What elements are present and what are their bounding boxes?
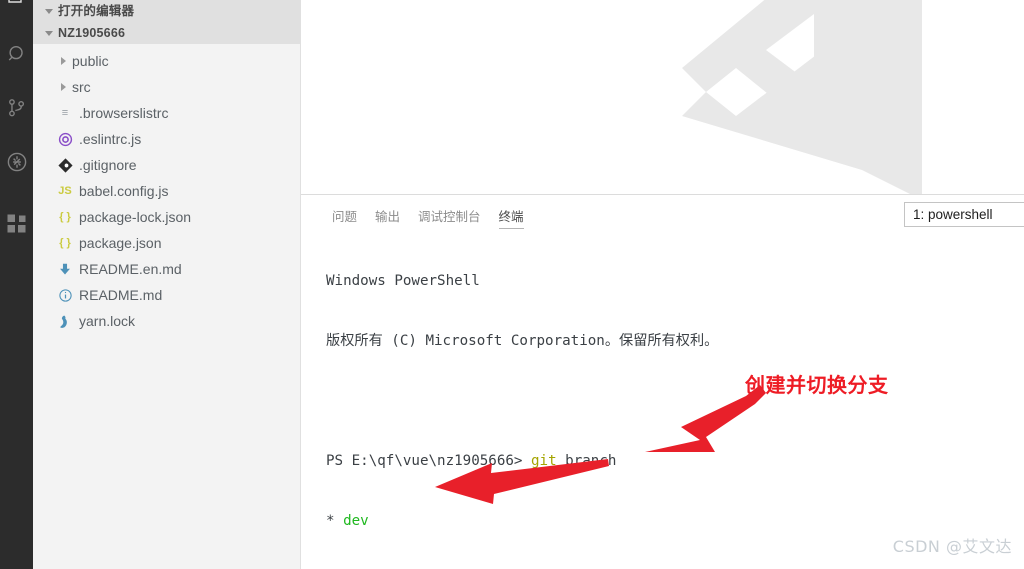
file-tree: public src ≡ .browserslistrc .eslintrc.j… [33,44,300,334]
tree-item-package-lock-json[interactable]: { } package-lock.json [33,204,300,230]
activity-item-source-control[interactable] [0,84,33,132]
tree-item-label: .gitignore [79,157,137,173]
tab-debug-console[interactable]: 调试控制台 [409,210,490,229]
annotation-note-label: 创建并切换分支 [745,373,889,397]
section-open-editors-label: 打开的编辑器 [58,4,135,18]
panel-tab-bar: 问题 输出 调试控制台 终端 1: powershell [301,195,1024,229]
tree-item-label: .browserslistrc [79,105,169,121]
files-icon [5,0,29,8]
eslint-icon [55,131,75,147]
javascript-icon: JS [58,185,72,197]
tree-item-label: babel.config.js [79,183,169,199]
git-icon [55,157,75,173]
terminal-instance-select[interactable]: 1: powershell [904,202,1024,227]
editor-area: 问题 输出 调试控制台 终端 1: powershell Windows Pow… [301,0,1024,569]
tree-item-readme[interactable]: README.md [33,282,300,308]
chevron-right-icon[interactable] [55,79,71,95]
section-project-root-label: NZ1905666 [58,26,126,40]
extensions-icon [5,212,29,236]
annotation-note: 创建并切换分支 [745,369,889,398]
json-icon: { } [59,211,71,223]
tree-item-yarn-lock[interactable]: yarn.lock [33,308,300,334]
terminal-output[interactable]: Windows PowerShell 版权所有 (C) Microsoft Co… [326,231,1024,569]
info-circle-icon [55,287,75,303]
chevron-right-icon[interactable] [55,53,71,69]
tree-item-browserslistrc[interactable]: ≡ .browserslistrc [33,100,300,126]
activity-item-search[interactable] [0,30,33,78]
chevron-down-icon [41,4,56,19]
section-open-editors[interactable]: 打开的编辑器 [33,0,300,22]
terminal-line: Windows PowerShell [326,273,480,289]
explorer-sidebar: 打开的编辑器 NZ1905666 public src ≡ .browsersl… [33,0,301,569]
terminal-line: PS E:\qf\vue\nz1905666> git branch [326,453,617,469]
tree-item-babel-config[interactable]: JS babel.config.js [33,178,300,204]
tree-item-label: public [72,53,109,69]
tree-item-src[interactable]: src [33,74,300,100]
tab-terminal[interactable]: 终端 [490,210,533,229]
config-lines-icon: ≡ [61,106,69,119]
terminal-line: 版权所有 (C) Microsoft Corporation。保留所有权利。 [326,333,719,349]
activity-bar [0,0,33,569]
tree-item-gitignore[interactable]: .gitignore [33,152,300,178]
activity-item-run-and-debug[interactable] [0,138,33,186]
tree-item-public[interactable]: public [33,48,300,74]
activity-item-explorer[interactable] [0,0,33,20]
tree-item-label: src [72,79,91,95]
search-icon [6,43,28,65]
tree-item-label: README.md [79,287,163,303]
tree-item-label: yarn.lock [79,313,136,329]
chevron-down-icon [41,26,56,41]
terminal-instance-label: 1: powershell [913,207,993,222]
tree-item-label: package.json [79,235,162,251]
tree-item-label: package-lock.json [79,209,192,225]
terminal-line: * dev [326,513,369,529]
tree-item-eslintrc[interactable]: .eslintrc.js [33,126,300,152]
markdown-download-icon [55,261,75,277]
tab-output[interactable]: 输出 [366,210,409,229]
vscode-window: 打开的编辑器 NZ1905666 public src ≡ .browsersl… [0,0,1024,569]
tree-item-package-json[interactable]: { } package.json [33,230,300,256]
tree-item-label: README.en.md [79,261,182,277]
csdn-watermark: CSDN @艾文达 [893,533,1012,557]
section-project-root[interactable]: NZ1905666 [33,22,300,44]
csdn-watermark-label: CSDN @艾文达 [892,537,1012,556]
tree-item-label: .eslintrc.js [79,131,142,147]
source-control-icon [6,97,28,119]
tab-problems[interactable]: 问题 [323,210,366,229]
activity-item-extensions[interactable] [0,200,33,248]
yarn-icon [55,313,75,329]
vscode-logo-watermark [646,0,946,212]
bottom-panel: 问题 输出 调试控制台 终端 1: powershell Windows Pow… [301,194,1024,569]
tree-item-readme-en[interactable]: README.en.md [33,256,300,282]
debug-icon [5,150,29,174]
json-icon: { } [59,237,71,249]
